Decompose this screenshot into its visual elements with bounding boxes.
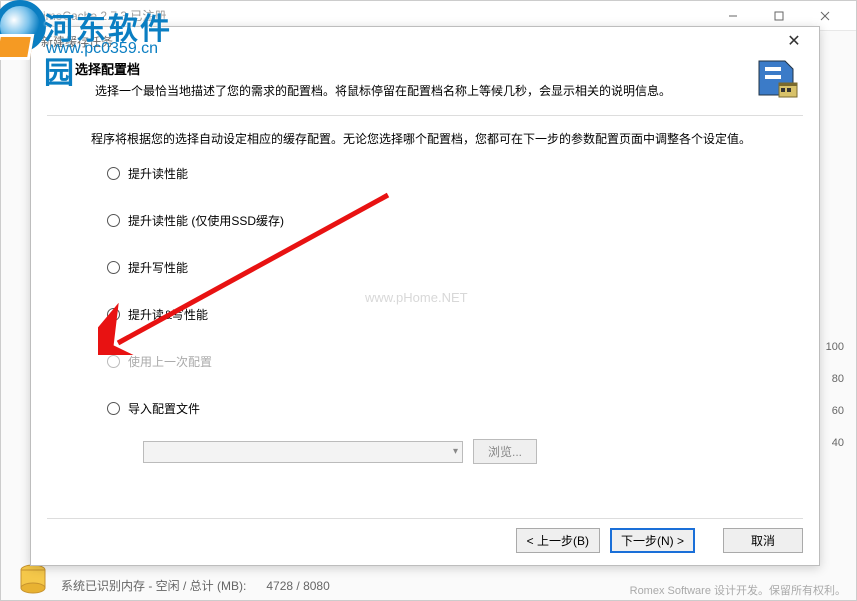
button-separator [47,518,803,519]
new-cache-task-dialog: 新建缓存任务 ✕ 选择配置档 选择一个最恰当地描述了您的需求的配置档。将鼠标停留… [30,26,820,566]
dialog-titlebar: 新建缓存任务 ✕ [31,27,819,55]
dialog-title: 新建缓存任务 [41,33,779,50]
header-description: 选择一个最恰当地描述了您的需求的配置档。将鼠标停留在配置档名称上等候几秒，会显示… [75,78,791,99]
separator [47,115,803,116]
radio-icon [107,167,120,180]
import-file-input: ▾ [143,441,463,463]
memory-status-line: 系统已识别内存 - 空闲 / 总计 (MB): 4728 / 8080 [61,577,330,594]
chart-label: 40 [826,437,844,449]
radio-icon [107,214,120,227]
wizard-buttons: < 上一步(B) 下一步(N) > 取消 [516,528,803,553]
chart-label: 80 [826,373,844,385]
parent-title: PrimoCache 2.7.3 已注册 [31,7,710,24]
content-hint: 程序将根据您的选择自动设定相应的缓存配置。无论您选择哪个配置档，您都可在下一步的… [91,130,779,147]
radio-icon [107,402,120,415]
header-title: 选择配置档 [75,59,791,78]
chart-y-labels: 100 80 60 40 [826,341,844,449]
radio-icon [107,355,120,368]
dropdown-arrow-icon: ▾ [453,446,458,457]
mem-total: 8080 [303,579,330,593]
back-button[interactable]: < 上一步(B) [516,528,600,553]
dialog-close-button[interactable]: ✕ [779,31,809,51]
app-icon [9,8,25,24]
radio-option-import[interactable]: 导入配置文件 [107,400,779,417]
radio-option-readwrite[interactable]: 提升读&写性能 [107,306,779,323]
profile-icon [755,57,799,101]
profile-radio-group: 提升读性能 提升读性能 (仅使用SSD缓存) 提升写性能 提升读&写性能 使用上… [91,165,779,464]
import-file-row: ▾ 浏览... [143,439,779,464]
radio-label: 使用上一次配置 [128,353,212,370]
memory-barrel-icon [19,564,47,594]
radio-label: 导入配置文件 [128,400,200,417]
mem-free: 4728 [266,579,293,593]
browse-button: 浏览... [473,439,537,464]
parent-footer: Romex Software 设计开发。保留所有权利。 [630,582,846,598]
chart-label: 100 [826,341,844,353]
dialog-header: 选择配置档 选择一个最恰当地描述了您的需求的配置档。将鼠标停留在配置档名称上等候… [31,55,819,109]
cancel-button[interactable]: 取消 [723,528,803,553]
radio-label: 提升写性能 [128,259,188,276]
radio-option-read-ssd[interactable]: 提升读性能 (仅使用SSD缓存) [107,212,779,229]
radio-label: 提升读性能 [128,165,188,182]
radio-option-write[interactable]: 提升写性能 [107,259,779,276]
radio-option-last-config: 使用上一次配置 [107,353,779,370]
radio-label: 提升读&写性能 [128,306,208,323]
chart-label: 60 [826,405,844,417]
radio-option-read[interactable]: 提升读性能 [107,165,779,182]
radio-icon-checked [107,308,120,321]
next-button[interactable]: 下一步(N) > [610,528,695,553]
dialog-content: 程序将根据您的选择自动设定相应的缓存配置。无论您选择哪个配置档，您都可在下一步的… [31,118,819,464]
mem-prefix: 系统已识别内存 - 空闲 / 总计 (MB): [61,579,246,593]
radio-label: 提升读性能 (仅使用SSD缓存) [128,212,284,229]
radio-icon [107,261,120,274]
